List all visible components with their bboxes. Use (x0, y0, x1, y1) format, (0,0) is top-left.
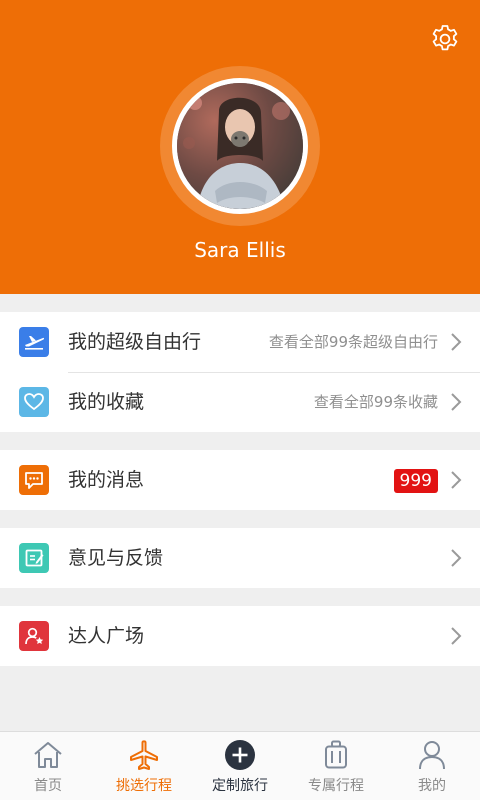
tab-label: 挑选行程 (116, 778, 172, 794)
avatar-photo (177, 83, 303, 209)
username: Sara Ellis (194, 238, 286, 262)
unread-badge: 999 (393, 469, 438, 493)
luggage-icon (319, 739, 353, 771)
feedback-icon (19, 543, 49, 573)
tab-mine[interactable]: 我的 (384, 732, 480, 800)
chevron-right-icon (451, 549, 462, 567)
menu-item-label: 达人广场 (68, 625, 145, 647)
menu-item-label: 我的消息 (68, 469, 145, 491)
plane-icon (127, 739, 161, 771)
chevron-right-icon (451, 471, 462, 489)
menu-group-messages: 我的消息 999 (0, 450, 480, 510)
expert-icon (19, 621, 49, 651)
airplane-icon (19, 327, 49, 357)
tab-pick-itinerary[interactable]: 挑选行程 (96, 732, 192, 800)
bottom-tab-bar: 首页 挑选行程 定制旅行 专属行程 我的 (0, 731, 480, 800)
avatar-ring (160, 66, 320, 226)
chevron-right-icon (451, 333, 462, 351)
menu-item-hint: 查看全部99条收藏 (313, 393, 438, 411)
heart-icon (19, 387, 49, 417)
message-icon (19, 465, 49, 495)
tab-home[interactable]: 首页 (0, 732, 96, 800)
tab-exclusive-itinerary[interactable]: 专属行程 (288, 732, 384, 800)
menu-item-messages[interactable]: 我的消息 999 (0, 450, 480, 510)
menu-group-experts: 达人广场 (0, 606, 480, 666)
tab-label: 定制旅行 (212, 778, 268, 794)
profile-header: Sara Ellis (0, 0, 480, 294)
menu-item-my-free-trips[interactable]: 我的超级自由行 查看全部99条超级自由行 (0, 312, 480, 372)
tab-label: 专属行程 (308, 778, 364, 794)
tab-custom-travel[interactable]: 定制旅行 (192, 732, 288, 800)
avatar[interactable] (172, 78, 308, 214)
menu-group-feedback: 意见与反馈 (0, 528, 480, 588)
menu-item-favorites[interactable]: 我的收藏 查看全部99条收藏 (0, 372, 480, 432)
chevron-right-icon (451, 393, 462, 411)
settings-button[interactable] (428, 22, 462, 56)
chevron-right-icon (451, 627, 462, 645)
tab-label: 我的 (418, 778, 446, 794)
user-icon (415, 739, 449, 771)
menu-item-expert-square[interactable]: 达人广场 (0, 606, 480, 666)
menu-item-label: 意见与反馈 (68, 547, 164, 569)
tab-label: 首页 (34, 778, 62, 794)
gear-icon (432, 25, 458, 51)
menu-group-trips: 我的超级自由行 查看全部99条超级自由行 我的收藏 查看全部99条收藏 (0, 312, 480, 432)
menu-item-hint: 查看全部99条超级自由行 (268, 333, 438, 351)
plus-circle-icon (223, 739, 257, 771)
menu-item-label: 我的超级自由行 (68, 331, 202, 353)
menu-item-label: 我的收藏 (68, 391, 145, 413)
home-icon (31, 739, 65, 771)
menu-item-feedback[interactable]: 意见与反馈 (0, 528, 480, 588)
